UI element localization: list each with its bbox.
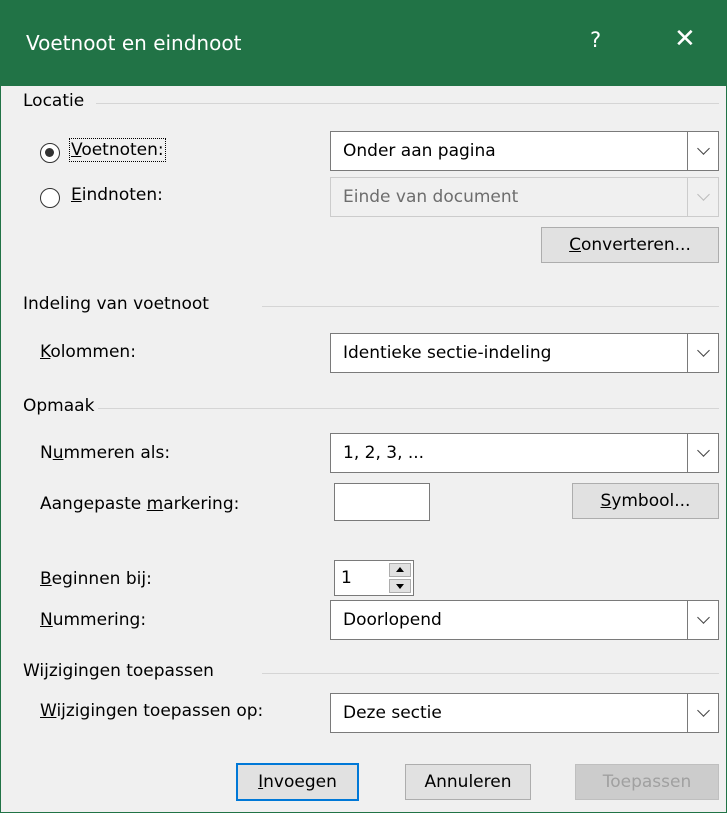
footnotes-position-select[interactable]: Onder aan pagina	[330, 131, 719, 171]
chevron-down-icon	[687, 178, 718, 216]
apply-to-select[interactable]: Deze sectie	[330, 693, 719, 733]
insert-button[interactable]: Invoegen	[236, 763, 359, 801]
section-divider	[96, 103, 719, 104]
section-divider	[262, 673, 719, 674]
section-heading-footnote-layout: Indeling van voetnoot	[23, 294, 209, 314]
start-at-label: Beginnen bij:	[40, 569, 152, 589]
columns-value: Identieke sectie-indeling	[343, 343, 552, 363]
number-format-label: Nummeren als:	[40, 443, 171, 463]
number-format-value: 1, 2, 3, ...	[343, 443, 425, 463]
help-button[interactable]: ?	[590, 28, 601, 52]
numbering-label: Nummering:	[40, 610, 147, 630]
symbol-button[interactable]: Symbool...	[572, 483, 719, 519]
title-bar: Voetnoot en eindnoot ? ✕	[0, 0, 727, 86]
increment-icon[interactable]	[389, 563, 411, 577]
custom-mark-label: Aangepaste markering:	[40, 494, 240, 514]
endnotes-label[interactable]: Eindnoten:	[71, 185, 163, 205]
numbering-value: Doorlopend	[343, 610, 442, 630]
section-heading-apply-changes: Wijzigingen toepassen	[23, 661, 214, 681]
footnotes-radio[interactable]	[40, 143, 60, 163]
section-divider	[98, 408, 719, 409]
columns-select[interactable]: Identieke sectie-indeling	[330, 333, 719, 373]
chevron-down-icon[interactable]	[687, 601, 718, 639]
numbering-select[interactable]: Doorlopend	[330, 600, 719, 640]
decrement-icon[interactable]	[389, 579, 411, 593]
endnotes-position-value: Einde van document	[343, 187, 519, 207]
section-heading-format: Opmaak	[23, 396, 95, 416]
convert-button[interactable]: Converteren...	[541, 227, 719, 263]
apply-to-label: Wijzigingen toepassen op:	[40, 701, 264, 721]
footnotes-position-value: Onder aan pagina	[343, 141, 496, 161]
chevron-down-icon[interactable]	[687, 132, 718, 170]
start-at-value: 1	[341, 568, 352, 588]
apply-button: Toepassen	[575, 764, 719, 800]
start-at-stepper[interactable]: 1	[334, 560, 414, 596]
apply-to-value: Deze sectie	[343, 703, 442, 723]
dialog-title: Voetnoot en eindnoot	[26, 31, 242, 55]
close-icon[interactable]: ✕	[674, 24, 696, 54]
custom-mark-input[interactable]	[334, 483, 430, 521]
dialog-frame	[0, 0, 727, 813]
section-heading-location: Locatie	[23, 91, 85, 111]
endnotes-radio[interactable]	[40, 188, 60, 208]
columns-label: Kolommen:	[40, 342, 136, 362]
chevron-down-icon[interactable]	[687, 434, 718, 472]
cancel-button[interactable]: Annuleren	[405, 764, 531, 800]
endnotes-position-select: Einde van document	[330, 177, 719, 217]
chevron-down-icon[interactable]	[687, 334, 718, 372]
number-format-select[interactable]: 1, 2, 3, ...	[330, 433, 719, 473]
footnotes-label[interactable]: Voetnoten:	[69, 138, 166, 162]
section-divider	[262, 306, 719, 307]
chevron-down-icon[interactable]	[687, 694, 718, 732]
